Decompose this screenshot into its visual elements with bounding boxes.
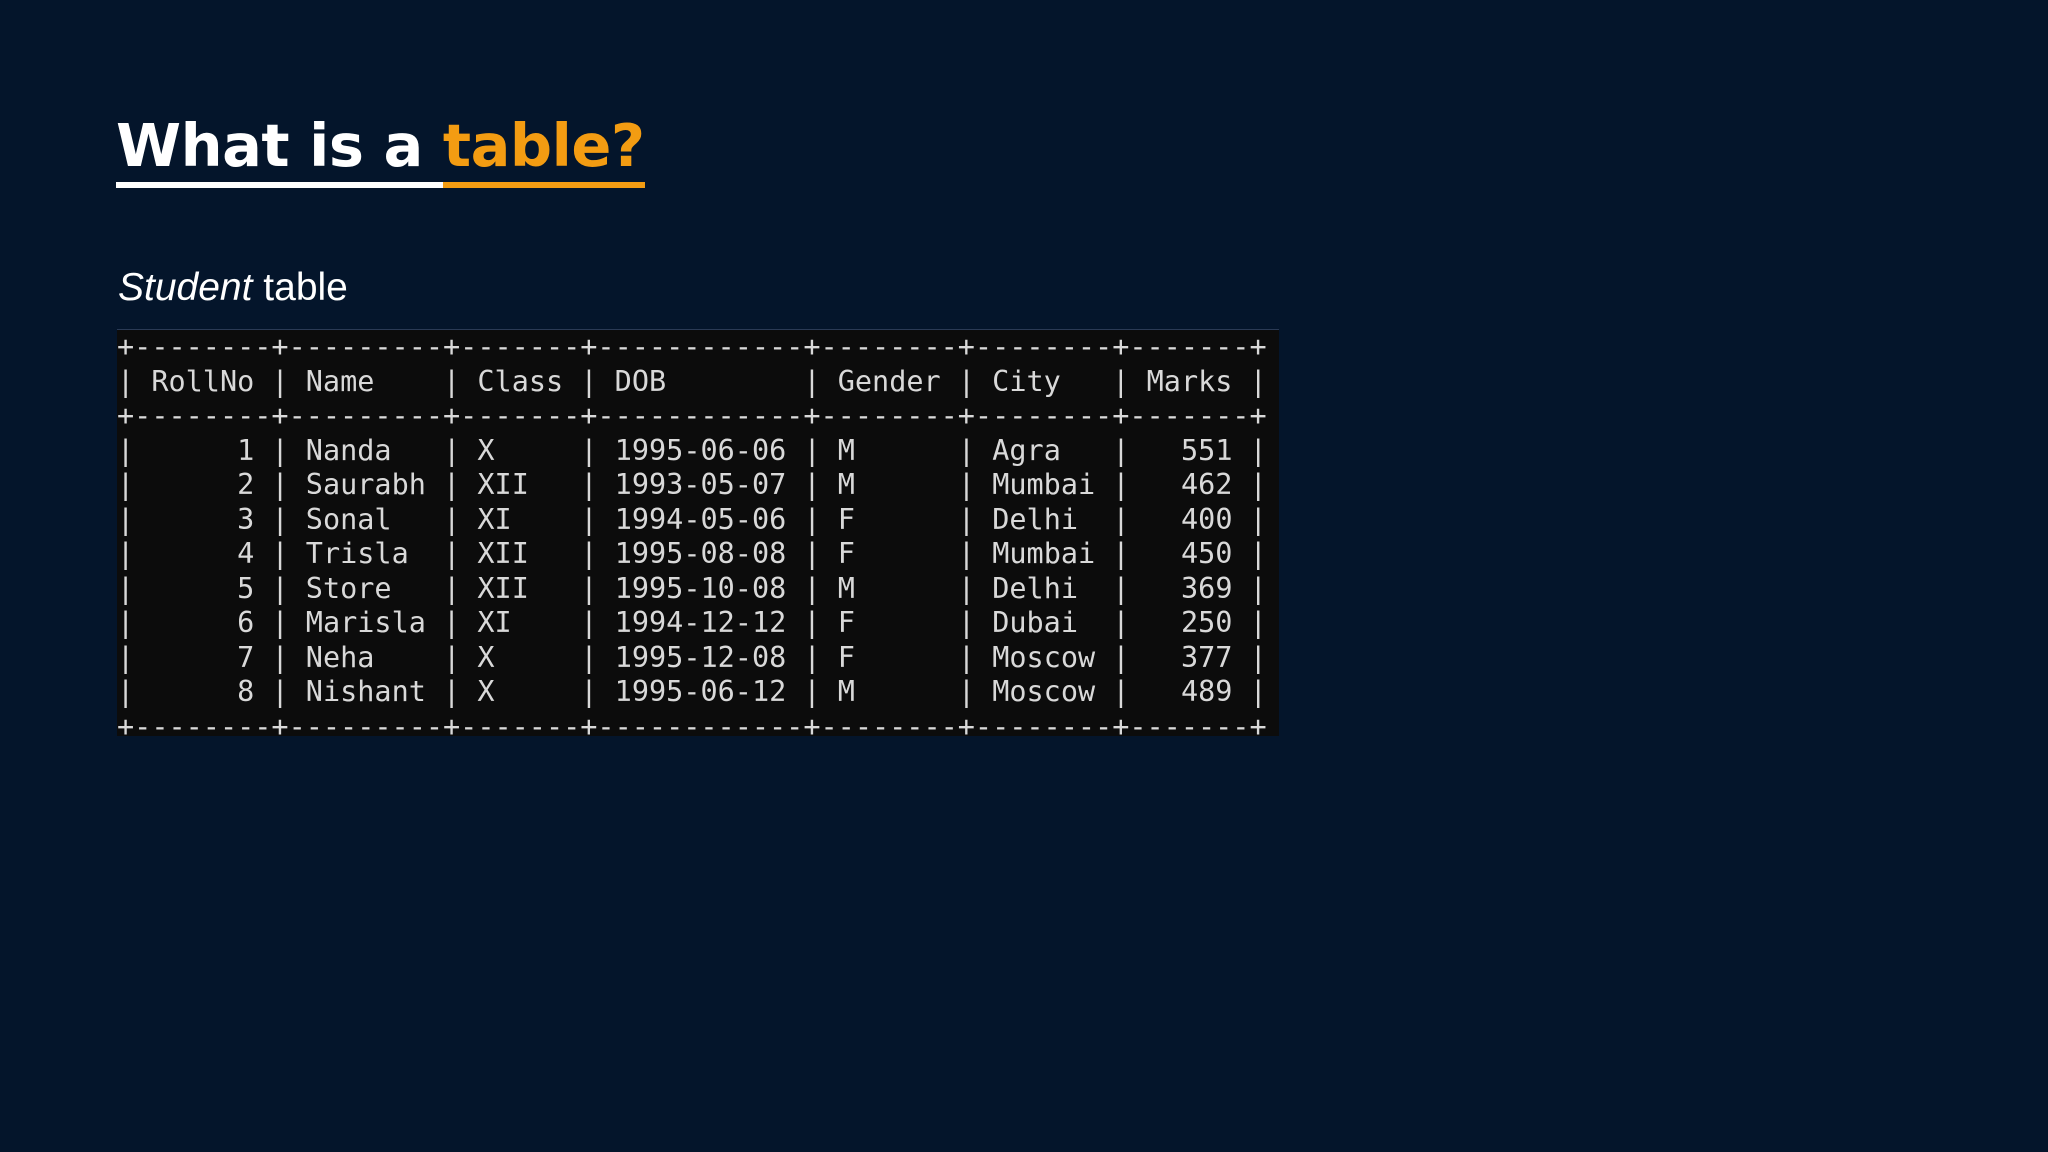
student-table: +--------+---------+-------+------------… [117,330,1267,736]
table-cell: 1994-05-06 [614,502,787,536]
table-border: +--------+---------+-------+------------… [117,399,1267,432]
table-row: | 7 | Neha | X | 1995-12-08 | F | Moscow… [117,640,1267,674]
table-header-cell: Marks [1146,364,1233,398]
table-cell: M [837,571,855,605]
table-header-cell: Name [305,364,375,398]
table-cell: 551 [1181,433,1233,467]
slide: What is a table? Student table +--------… [0,0,2048,1152]
table-cell: M [837,433,855,467]
table-cell: Saurabh [305,468,426,501]
table-cell: 1995-08-08 [614,537,787,570]
table-row: | 1 | Nanda | X | 1995-06-06 | M | Agra … [117,433,1267,467]
table-cell: 6 [237,606,255,639]
table-header-cell: Gender [837,364,941,398]
table-cell: Mumbai [992,468,1096,501]
table-cell: XII [477,537,529,570]
caption-rest: table [252,266,348,309]
table-cell: 3 [237,502,255,536]
table-row: | 3 | Sonal | XI | 1994-05-06 | F | Delh… [117,502,1267,536]
table-cell: Neha [305,640,375,674]
table-cell: 1995-12-08 [614,640,787,674]
table-cell: Moscow [992,675,1096,708]
table-cell: 7 [237,640,255,674]
table-cell: Delhi [992,502,1079,536]
table-cell: 1 [237,433,255,467]
table-cell: F [837,640,855,674]
table-cell: Nanda [305,433,392,467]
table-cell: 2 [237,468,255,501]
title-text: What is a [116,111,443,188]
table-cell: Delhi [992,571,1079,605]
table-cell: 450 [1180,537,1233,570]
table-cell: Nishant [305,675,426,708]
table-header-cell: Class [477,364,564,398]
table-cell: 250 [1180,606,1233,639]
table-cell: Marisla [305,606,426,639]
table-header-cell: City [992,364,1061,398]
table-cell: 1995-10-08 [614,571,787,605]
table-cell: XII [477,468,529,501]
table-cell: 1995-06-06 [614,433,787,467]
table-cell: M [837,675,855,708]
table-cell: XI [477,606,512,639]
table-row: | 8 | Nishant | X | 1995-06-12 | M | Mos… [117,675,1267,708]
table-cell: Trisla [305,537,409,570]
title-highlight: table? [442,111,645,188]
table-cell: X [477,675,495,708]
table-caption: Student table [118,263,348,313]
table-cell: 1994-12-12 [614,606,787,639]
table-cell: F [837,502,855,536]
table-cell: Mumbai [992,537,1096,570]
table-cell: Moscow [992,640,1096,674]
table-cell: F [837,537,855,570]
caption-italic: Student [118,266,253,309]
table-cell: 1995-06-12 [614,675,787,708]
table-row: | 5 | Store | XII | 1995-10-08 | M | Del… [117,571,1267,605]
table-cell: 489 [1180,675,1233,708]
table-cell: M [837,468,855,501]
table-border: +--------+---------+-------+------------… [117,709,1267,737]
table-header-cell: DOB [614,364,667,398]
table-cell: X [477,433,495,467]
table-cell: 5 [237,571,255,605]
table-cell: 400 [1181,502,1233,536]
table-cell: 369 [1181,571,1233,605]
table-row: | 6 | Marisla | XI | 1994-12-12 | F | Du… [117,606,1267,639]
table-cell: 462 [1180,468,1233,501]
table-cell: Dubai [992,606,1078,639]
table-header-cell: RollNo [151,364,255,398]
table-cell: X [477,640,495,674]
table-cell: XI [477,502,512,536]
table-cell: 377 [1180,640,1233,674]
table-row: | 2 | Saurabh | XII | 1993-05-07 | M | M… [117,468,1267,501]
table-cell: Sonal [305,502,392,536]
table-cell: 4 [237,537,255,570]
table-cell: F [837,606,855,639]
table-row: | 4 | Trisla | XII | 1995-08-08 | F | Mu… [117,537,1267,570]
table-header-row: | RollNo | Name | Class | DOB | Gender |… [117,364,1267,398]
table-cell: XII [477,571,529,605]
table-cell: 8 [237,675,255,708]
table-cell: Store [305,571,392,605]
table-cell: 1993-05-07 [614,468,787,501]
table-border: +--------+---------+-------+------------… [117,330,1267,363]
slide-title: What is a table? [116,106,645,188]
table-cell: Agra [992,433,1061,467]
console-output: +--------+---------+-------+------------… [117,329,1279,736]
